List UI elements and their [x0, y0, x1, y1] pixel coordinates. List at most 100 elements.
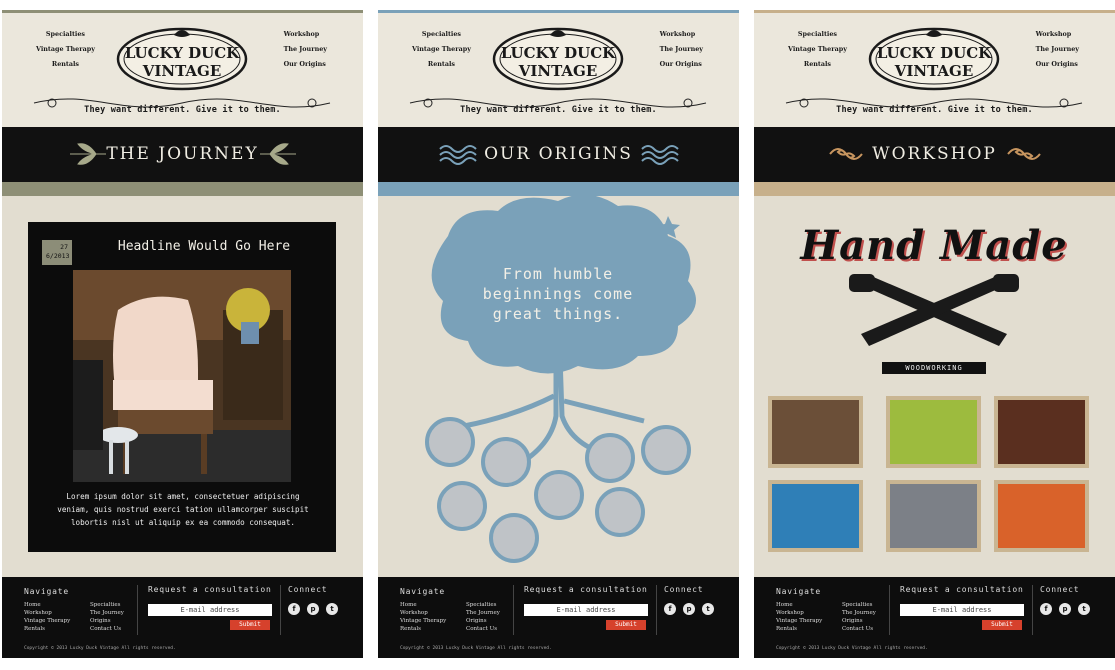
footer-link-contact-us[interactable]: Contact Us — [466, 625, 500, 633]
gallery-tile[interactable] — [886, 480, 981, 552]
logo-line1: LUCKY DUCK — [125, 44, 240, 62]
footer-link-rentals[interactable]: Rentals — [24, 625, 70, 633]
nav-item-workshop[interactable]: Workshop — [284, 27, 327, 42]
footer-link-workshop[interactable]: Workshop — [400, 609, 446, 617]
email-input[interactable]: E-mail address — [148, 604, 272, 616]
nav-right: Workshop The Journey Our Origins — [284, 27, 327, 72]
twitter-icon[interactable]: t — [326, 603, 338, 615]
pinterest-icon[interactable]: p — [307, 603, 319, 615]
footer-link-rentals[interactable]: Rentals — [776, 625, 822, 633]
gallery-tile[interactable] — [768, 480, 863, 552]
footer-link-origins[interactable]: Origins — [90, 617, 124, 625]
nav-item-rentals[interactable]: Rentals — [36, 57, 95, 72]
nav-item-specialties[interactable]: Specialties — [36, 27, 95, 42]
blog-post-card: 27 6/2013 Headline Would Go Here Lorem i… — [28, 222, 336, 552]
tree-quote: From humble beginnings come great things… — [438, 264, 678, 324]
footer-link-home[interactable]: Home — [776, 601, 822, 609]
footer-link-workshop[interactable]: Workshop — [776, 609, 822, 617]
footer-navigate-heading: Navigate — [776, 587, 821, 596]
email-input[interactable]: E-mail address — [900, 604, 1024, 616]
footer-link-contact-us[interactable]: Contact Us — [90, 625, 124, 633]
footer-link-contact-us[interactable]: Contact Us — [842, 625, 876, 633]
lucky-duck-logo[interactable]: LUCKY DUCK VINTAGE — [492, 25, 625, 91]
team-portraits — [425, 417, 691, 563]
lucky-duck-logo[interactable]: LUCKY DUCK VINTAGE — [868, 25, 1001, 91]
copyright: Copyright © 2013 Lucky Duck Vintage All … — [776, 646, 928, 651]
footer-link-rentals[interactable]: Rentals — [400, 625, 446, 633]
pinterest-icon[interactable]: p — [683, 603, 695, 615]
pinterest-icon[interactable]: p — [1059, 603, 1071, 615]
footer-connect-heading: Connect — [664, 585, 704, 594]
footer-link-home[interactable]: Home — [24, 601, 70, 609]
submit-button[interactable]: Submit — [982, 620, 1022, 630]
footer-link-vintage-therapy[interactable]: Vintage Therapy — [24, 617, 70, 625]
nav-item-the-journey[interactable]: The Journey — [284, 42, 327, 57]
submit-button[interactable]: Submit — [606, 620, 646, 630]
tagline: They want different. Give it to them. — [460, 105, 657, 115]
footer-link-vintage-therapy[interactable]: Vintage Therapy — [400, 617, 446, 625]
nav-item-our-origins[interactable]: Our Origins — [284, 57, 327, 72]
facebook-icon[interactable]: f — [1040, 603, 1052, 615]
site-footer: Navigate Home Workshop Vintage Therapy R… — [2, 577, 363, 658]
footer-link-origins[interactable]: Origins — [466, 617, 500, 625]
gallery-tile[interactable] — [994, 480, 1089, 552]
gallery-tile[interactable] — [768, 396, 863, 468]
footer-link-specialties[interactable]: Specialties — [90, 601, 124, 609]
tree-quote-line2: beginnings come — [482, 285, 634, 303]
post-body: Lorem ipsum dolor sit amet, consectetuer… — [57, 492, 309, 527]
twitter-icon[interactable]: t — [702, 603, 714, 615]
gallery-tile[interactable] — [994, 396, 1089, 468]
footer-divider — [889, 585, 890, 635]
footer-link-specialties[interactable]: Specialties — [466, 601, 500, 609]
wave-ornament-icon — [641, 145, 679, 165]
portrait-avatar — [641, 425, 691, 475]
title-band: THE JOURNEY — [2, 127, 363, 182]
main-content: 27 6/2013 Headline Would Go Here Lorem i… — [2, 196, 363, 577]
gallery-tile[interactable] — [886, 396, 981, 468]
footer-divider — [280, 585, 281, 635]
date-badge: 27 6/2013 — [42, 240, 72, 265]
lucky-duck-logo[interactable]: LUCKY DUCK VINTAGE — [116, 25, 249, 91]
facebook-icon[interactable]: f — [664, 603, 676, 615]
email-input[interactable]: E-mail address — [524, 604, 648, 616]
footer-links-col2: Specialties The Journey Origins Contact … — [466, 601, 500, 633]
nav-item-workshop[interactable]: Workshop — [660, 27, 703, 42]
nav-item-our-origins[interactable]: Our Origins — [1036, 57, 1079, 72]
nav-item-vintage-therapy[interactable]: Vintage Therapy — [788, 42, 847, 57]
site-header: Specialties Vintage Therapy Rentals LUCK… — [378, 13, 739, 127]
footer-divider — [137, 585, 138, 635]
nav-item-rentals[interactable]: Rentals — [788, 57, 847, 72]
footer-link-the-journey[interactable]: The Journey — [842, 609, 876, 617]
nav-item-specialties[interactable]: Specialties — [412, 27, 471, 42]
post-headline[interactable]: Headline Would Go Here — [84, 239, 324, 254]
nav-item-specialties[interactable]: Specialties — [788, 27, 847, 42]
portrait-avatar — [425, 417, 475, 467]
nav-item-vintage-therapy[interactable]: Vintage Therapy — [412, 42, 471, 57]
page-title: OUR ORIGINS — [484, 144, 633, 164]
nav-item-workshop[interactable]: Workshop — [1036, 27, 1079, 42]
nav-item-the-journey[interactable]: The Journey — [1036, 42, 1079, 57]
logo-line2: VINTAGE — [142, 62, 222, 80]
nav-item-vintage-therapy[interactable]: Vintage Therapy — [36, 42, 95, 57]
footer-link-specialties[interactable]: Specialties — [842, 601, 876, 609]
main-content: From humble beginnings come great things… — [378, 196, 739, 577]
tree-quote-line1: From humble — [502, 265, 614, 283]
panel-our-origins: Specialties Vintage Therapy Rentals LUCK… — [378, 10, 739, 658]
footer-link-the-journey[interactable]: The Journey — [466, 609, 500, 617]
facebook-icon[interactable]: f — [288, 603, 300, 615]
post-month-year: 6/2013 — [46, 252, 70, 260]
footer-link-vintage-therapy[interactable]: Vintage Therapy — [776, 617, 822, 625]
footer-link-origins[interactable]: Origins — [842, 617, 876, 625]
submit-button[interactable]: Submit — [230, 620, 270, 630]
footer-link-the-journey[interactable]: The Journey — [90, 609, 124, 617]
footer-link-home[interactable]: Home — [400, 601, 446, 609]
nav-item-our-origins[interactable]: Our Origins — [660, 57, 703, 72]
panel-workshop: Specialties Vintage Therapy Rentals LUCK… — [754, 10, 1115, 658]
footer-link-workshop[interactable]: Workshop — [24, 609, 70, 617]
footer-connect-heading: Connect — [1040, 585, 1080, 594]
nav-item-the-journey[interactable]: The Journey — [660, 42, 703, 57]
portrait-avatar — [481, 437, 531, 487]
nav-item-rentals[interactable]: Rentals — [412, 57, 471, 72]
crossed-saws-icon — [849, 274, 1019, 346]
twitter-icon[interactable]: t — [1078, 603, 1090, 615]
